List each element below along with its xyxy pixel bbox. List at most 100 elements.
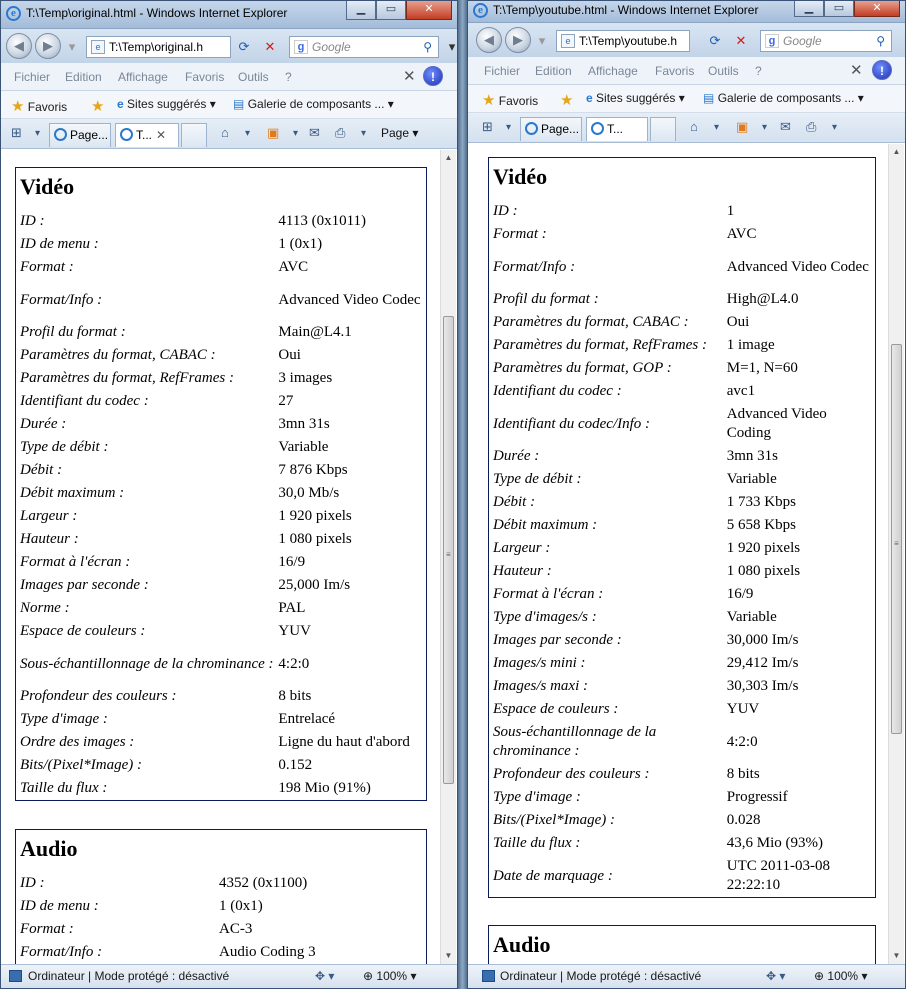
- zoom-control[interactable]: ⊕ 100% ▾: [814, 969, 867, 983]
- tab-list-dropdown[interactable]: ▾: [506, 122, 511, 133]
- recent-pages-dropdown[interactable]: ▾: [61, 36, 83, 58]
- web-slice-gallery-link[interactable]: ▤ Galerie de composants ... ▾: [703, 91, 864, 105]
- title-bar[interactable]: e T:\Temp\original.html - Windows Intern…: [1, 1, 457, 29]
- back-button[interactable]: ◀: [476, 27, 502, 53]
- page-menu-button[interactable]: Page ▾: [381, 126, 418, 140]
- stop-button[interactable]: ✕: [730, 30, 752, 52]
- menu-fichier[interactable]: Fichier: [14, 70, 50, 84]
- search-box[interactable]: g Google ⚲: [289, 36, 439, 58]
- close-menu-icon[interactable]: ✕: [403, 67, 416, 85]
- address-bar[interactable]: e T:\Temp\original.h: [86, 36, 231, 58]
- mail-icon[interactable]: ✉: [309, 125, 320, 141]
- quick-tabs-icon[interactable]: ⊞: [11, 125, 22, 141]
- vertical-scrollbar[interactable]: ▲ ≡ ▼: [888, 144, 904, 964]
- home-dropdown[interactable]: ▾: [245, 128, 250, 139]
- field-value: AVC: [278, 259, 309, 275]
- print-dropdown[interactable]: ▾: [361, 128, 366, 139]
- home-icon[interactable]: ⌂: [690, 119, 698, 134]
- print-icon[interactable]: ⎙: [335, 125, 345, 141]
- close-menu-icon[interactable]: ✕: [850, 61, 863, 79]
- feed-dropdown[interactable]: ▾: [762, 122, 767, 133]
- search-options-dropdown[interactable]: ▾: [441, 36, 457, 58]
- home-dropdown[interactable]: ▾: [714, 122, 719, 133]
- menu-fichier[interactable]: Fichier: [484, 64, 520, 78]
- window-divider: [458, 0, 467, 989]
- refresh-button[interactable]: ⟳: [233, 36, 255, 58]
- print-dropdown[interactable]: ▾: [832, 122, 837, 133]
- new-tab-button[interactable]: [181, 123, 207, 147]
- field-label: Format :: [20, 921, 74, 937]
- navigation-bar: ◀ ▶ ▾ e T:\Temp\youtube.h ⟳ ✕ g Google ⚲: [468, 23, 905, 57]
- menu-outils[interactable]: Outils: [708, 64, 739, 78]
- scroll-up-icon[interactable]: ▲: [889, 144, 904, 160]
- menu-favoris[interactable]: Favoris: [185, 70, 224, 84]
- quick-tabs-icon[interactable]: ⊞: [482, 119, 493, 135]
- menu-edition[interactable]: Edition: [535, 64, 572, 78]
- search-icon[interactable]: ⚲: [876, 31, 885, 51]
- menu-help[interactable]: ?: [285, 70, 292, 84]
- forward-button[interactable]: ▶: [505, 27, 531, 53]
- stop-button[interactable]: ✕: [259, 36, 281, 58]
- mail-icon[interactable]: ✉: [780, 119, 791, 135]
- tab-active[interactable]: T... ✕: [115, 123, 179, 147]
- menu-edition[interactable]: Edition: [65, 70, 102, 84]
- minimize-button[interactable]: ▁: [346, 1, 376, 20]
- back-button[interactable]: ◀: [6, 33, 32, 59]
- favorites-button[interactable]: ★ Favoris: [11, 97, 67, 115]
- new-tab-button[interactable]: [650, 117, 676, 141]
- menu-outils[interactable]: Outils: [238, 70, 269, 84]
- web-slice-gallery-link[interactable]: ▤ Galerie de composants ... ▾: [233, 97, 394, 111]
- menu-favoris[interactable]: Favoris: [655, 64, 694, 78]
- scroll-down-icon[interactable]: ▼: [889, 948, 904, 964]
- info-badge-icon[interactable]: !: [423, 66, 443, 86]
- menu-affichage[interactable]: Affichage: [588, 64, 638, 78]
- rss-feed-icon[interactable]: ▣: [267, 125, 279, 141]
- scroll-thumb[interactable]: ≡: [891, 344, 902, 734]
- search-icon[interactable]: ⚲: [423, 37, 432, 57]
- feed-dropdown[interactable]: ▾: [293, 128, 298, 139]
- forward-button[interactable]: ▶: [35, 33, 61, 59]
- suggested-sites-link[interactable]: e Sites suggérés ▾: [586, 91, 685, 105]
- tab-active[interactable]: T...: [586, 117, 648, 141]
- refresh-button[interactable]: ⟳: [704, 30, 726, 52]
- favorites-button[interactable]: ★ Favoris: [482, 91, 538, 109]
- home-icon[interactable]: ⌂: [221, 125, 229, 140]
- vertical-scrollbar[interactable]: ▲ ≡ ▼: [440, 150, 456, 964]
- close-window-button[interactable]: ✕: [406, 1, 452, 20]
- security-icon[interactable]: ✥ ▾: [766, 969, 785, 983]
- title-bar[interactable]: e T:\Temp\youtube.html - Windows Interne…: [468, 1, 905, 23]
- info-row: ID de menu : 1 (0x1): [20, 895, 422, 918]
- minimize-button[interactable]: ▁: [794, 1, 824, 17]
- info-badge-icon[interactable]: !: [872, 60, 892, 80]
- info-row: Format : AVC: [493, 223, 871, 246]
- rss-feed-icon[interactable]: ▣: [736, 119, 748, 135]
- zoom-control[interactable]: ⊕ 100% ▾: [363, 969, 416, 983]
- print-icon[interactable]: ⎙: [806, 119, 816, 135]
- field-value: 30,0 Mb/s: [278, 485, 340, 501]
- close-window-button[interactable]: ✕: [854, 1, 900, 17]
- tab-list-dropdown[interactable]: ▾: [35, 128, 40, 139]
- field-value: Audio Coding 3: [219, 944, 316, 960]
- search-box[interactable]: g Google ⚲: [760, 30, 892, 52]
- add-favorite-icon[interactable]: ★: [91, 97, 104, 115]
- tab-page[interactable]: Page...: [520, 117, 582, 141]
- maximize-button[interactable]: ▭: [824, 1, 854, 17]
- field-value: YUV: [278, 623, 311, 639]
- recent-pages-dropdown[interactable]: ▾: [531, 30, 553, 52]
- add-favorite-icon[interactable]: ★: [560, 91, 573, 109]
- suggested-sites-link[interactable]: e Sites suggérés ▾: [117, 97, 216, 111]
- maximize-button[interactable]: ▭: [376, 1, 406, 20]
- search-placeholder: Google: [312, 40, 351, 54]
- close-tab-icon[interactable]: ✕: [156, 128, 166, 142]
- field-value: UTC 2011-03-08 22:22:10: [726, 858, 830, 893]
- field-value: 1: [726, 203, 735, 219]
- address-bar[interactable]: e T:\Temp\youtube.h: [556, 30, 690, 52]
- scroll-down-icon[interactable]: ▼: [441, 948, 456, 964]
- menu-affichage[interactable]: Affichage: [118, 70, 168, 84]
- tab-page[interactable]: Page...: [49, 123, 111, 147]
- scroll-up-icon[interactable]: ▲: [441, 150, 456, 166]
- menu-help[interactable]: ?: [755, 64, 762, 78]
- security-icon[interactable]: ✥ ▾: [315, 969, 334, 983]
- scroll-thumb[interactable]: ≡: [443, 316, 454, 784]
- info-row: Images par seconde : 30,000 Im/s: [493, 629, 871, 652]
